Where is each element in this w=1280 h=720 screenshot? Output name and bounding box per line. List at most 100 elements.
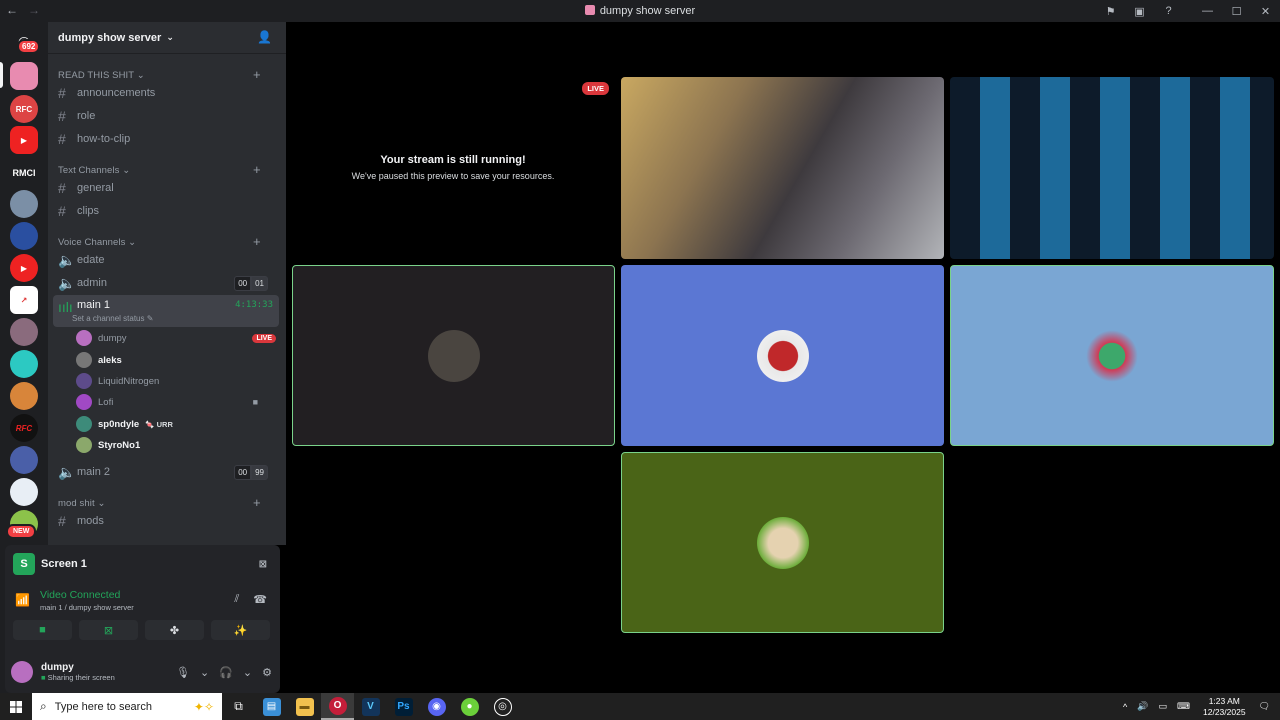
webcam-tile-2[interactable] — [950, 77, 1274, 259]
server-rmci[interactable]: RMCI — [10, 159, 38, 187]
share-screen-button[interactable]: ⊠ — [79, 620, 138, 640]
windows-start-icon[interactable] — [0, 693, 32, 720]
maximize-button[interactable]: ☐ — [1222, 5, 1251, 18]
server-dumpy[interactable] — [10, 62, 38, 90]
soundboard-button[interactable]: ✨ — [211, 620, 270, 640]
voice-active-icon: ıılı — [58, 299, 73, 315]
help-icon[interactable]: ? — [1154, 5, 1183, 17]
server-portrait[interactable] — [10, 446, 38, 474]
chevron-down-icon[interactable]: ⌄ — [243, 666, 252, 679]
add-channel-icon[interactable]: + — [253, 67, 261, 82]
volume-icon[interactable]: 🔊 — [1137, 701, 1148, 712]
category-mod[interactable]: mod shit ⌄ + — [58, 495, 261, 510]
channel-announcements[interactable]: # announcements — [58, 82, 278, 104]
obs-icon[interactable]: ◎ — [486, 693, 519, 720]
disconnect-icon[interactable]: ☎ — [253, 593, 267, 606]
channel-clips[interactable]: # clips — [58, 200, 278, 222]
server-rfc-2[interactable]: RFC — [10, 414, 38, 442]
voice-user[interactable]: Lofi ■ — [76, 392, 276, 412]
activities-button[interactable]: ✤ — [145, 620, 204, 640]
taskbar-clock[interactable]: 1:23 AM 12/23/2025 — [1203, 696, 1246, 718]
hash-icon: # — [58, 180, 66, 196]
avatar — [76, 373, 92, 389]
keyboard-layout-icon[interactable]: ⌨ — [1177, 701, 1190, 712]
server-chart[interactable]: ↗ — [10, 286, 38, 314]
invite-people-icon[interactable]: 👤 — [257, 30, 272, 44]
server-youtube-1[interactable]: ▶ — [10, 126, 38, 154]
participant-tile[interactable] — [950, 265, 1274, 446]
channel-mods[interactable]: # mods — [58, 510, 278, 532]
channel-how-to-clip[interactable]: # how-to-clip — [58, 128, 278, 150]
participant-tile[interactable] — [621, 452, 944, 633]
chat-app-icon[interactable]: ● — [453, 693, 486, 720]
chevron-up-icon[interactable]: ^ — [1123, 702, 1127, 712]
channel-main-2[interactable]: 🔈 main 2 00 99 — [58, 461, 278, 483]
microphone-icon[interactable]: 🎙 — [176, 666, 190, 679]
server-anime[interactable] — [10, 318, 38, 346]
hash-icon: # — [58, 513, 66, 529]
channel-admin[interactable]: 🔈 admin 00 01 — [58, 272, 278, 294]
network-icon[interactable]: ▭ — [1159, 701, 1168, 712]
server-badge[interactable] — [10, 222, 38, 250]
visual-studio-icon[interactable]: V — [354, 693, 387, 720]
speaker-icon: 🔈 — [58, 274, 76, 291]
file-explorer-icon[interactable]: ▬ — [288, 693, 321, 720]
webcam-tile-1[interactable] — [621, 77, 944, 259]
taskbar-search[interactable]: ⌕ Type here to search ✦✧ — [32, 693, 222, 720]
channel-general[interactable]: # general — [58, 177, 278, 199]
avatar — [756, 329, 809, 382]
voice-user[interactable]: dumpy■LIVE — [76, 328, 276, 348]
avatar — [76, 352, 92, 368]
voice-user[interactable]: StyroNo1 — [76, 435, 276, 455]
category-text-channels[interactable]: Text Channels ⌄ + — [58, 162, 261, 177]
server-rfc-1[interactable]: RFC — [10, 95, 38, 123]
screen-icon: S — [13, 553, 35, 575]
server-icon — [584, 5, 595, 15]
server-header[interactable]: dumpy show server ⌄ 👤 — [48, 22, 286, 54]
screen-share-preview[interactable]: S Screen 1 ⊠ — [13, 553, 273, 575]
taskbar-app-widgets[interactable]: ▤ — [255, 693, 288, 720]
set-channel-status[interactable]: Set a channel status ✎ — [72, 314, 153, 323]
channel-role[interactable]: # role — [58, 105, 278, 127]
add-channel-icon[interactable]: + — [253, 495, 261, 510]
inbox-icon[interactable]: ▣ — [1125, 5, 1154, 18]
stream-paused-tile[interactable]: LIVE Your stream is still running! We've… — [292, 77, 614, 259]
server-shoe[interactable] — [10, 478, 38, 506]
chevron-down-icon[interactable]: ⌄ — [200, 666, 209, 679]
minimize-button[interactable]: — — [1193, 5, 1222, 17]
voice-user[interactable]: sp0ndyle 🍬 URR — [76, 414, 276, 434]
category-read-this[interactable]: READ THIS SHIT ⌄ + — [58, 67, 261, 82]
server-raccoon[interactable] — [10, 190, 38, 218]
camera-button[interactable]: ■ — [13, 620, 72, 640]
channel-main-1[interactable]: ıılı main 1 4:13:33 Set a channel status … — [53, 295, 279, 327]
close-button[interactable]: ✕ — [1251, 5, 1280, 18]
discord-icon[interactable]: ◉ — [420, 693, 453, 720]
channel-edate[interactable]: 🔈 edate — [58, 249, 278, 271]
avatar[interactable] — [11, 661, 33, 683]
stop-sharing-icon[interactable]: ⊠ — [259, 559, 267, 570]
voice-user[interactable]: aleks — [76, 350, 276, 370]
signal-icon[interactable]: 📶 — [15, 593, 30, 607]
inbox-flag-icon[interactable]: ⚑ — [1096, 5, 1125, 18]
add-channel-icon[interactable]: + — [253, 162, 261, 177]
camera-icon: ■ — [252, 397, 258, 407]
speaker-icon: 🔈 — [58, 463, 76, 480]
gear-icon[interactable]: ⚙ — [262, 666, 272, 679]
notifications-icon[interactable]: 🗨 — [1259, 701, 1270, 712]
voice-user[interactable]: LiquidNitrogen — [76, 371, 276, 391]
server-lifebuoy[interactable] — [10, 350, 38, 378]
opera-gx-icon[interactable]: O — [321, 693, 354, 720]
task-view-icon[interactable]: ⧉ — [222, 693, 255, 720]
headphones-icon[interactable]: 🎧 — [219, 666, 233, 679]
participant-tile[interactable] — [292, 265, 615, 446]
avatar — [76, 330, 92, 346]
participant-tile[interactable] — [621, 265, 944, 446]
server-youtube-2[interactable]: ▶ — [10, 254, 38, 282]
add-channel-icon[interactable]: + — [253, 234, 261, 249]
noise-suppression-icon[interactable]: ⫽ — [234, 593, 239, 606]
photoshop-icon[interactable]: Ps — [387, 693, 420, 720]
search-placeholder: Type here to search — [54, 700, 152, 713]
speaker-icon: 🔈 — [58, 251, 76, 268]
category-voice-channels[interactable]: Voice Channels ⌄ + — [58, 234, 261, 249]
server-character[interactable] — [10, 382, 38, 410]
